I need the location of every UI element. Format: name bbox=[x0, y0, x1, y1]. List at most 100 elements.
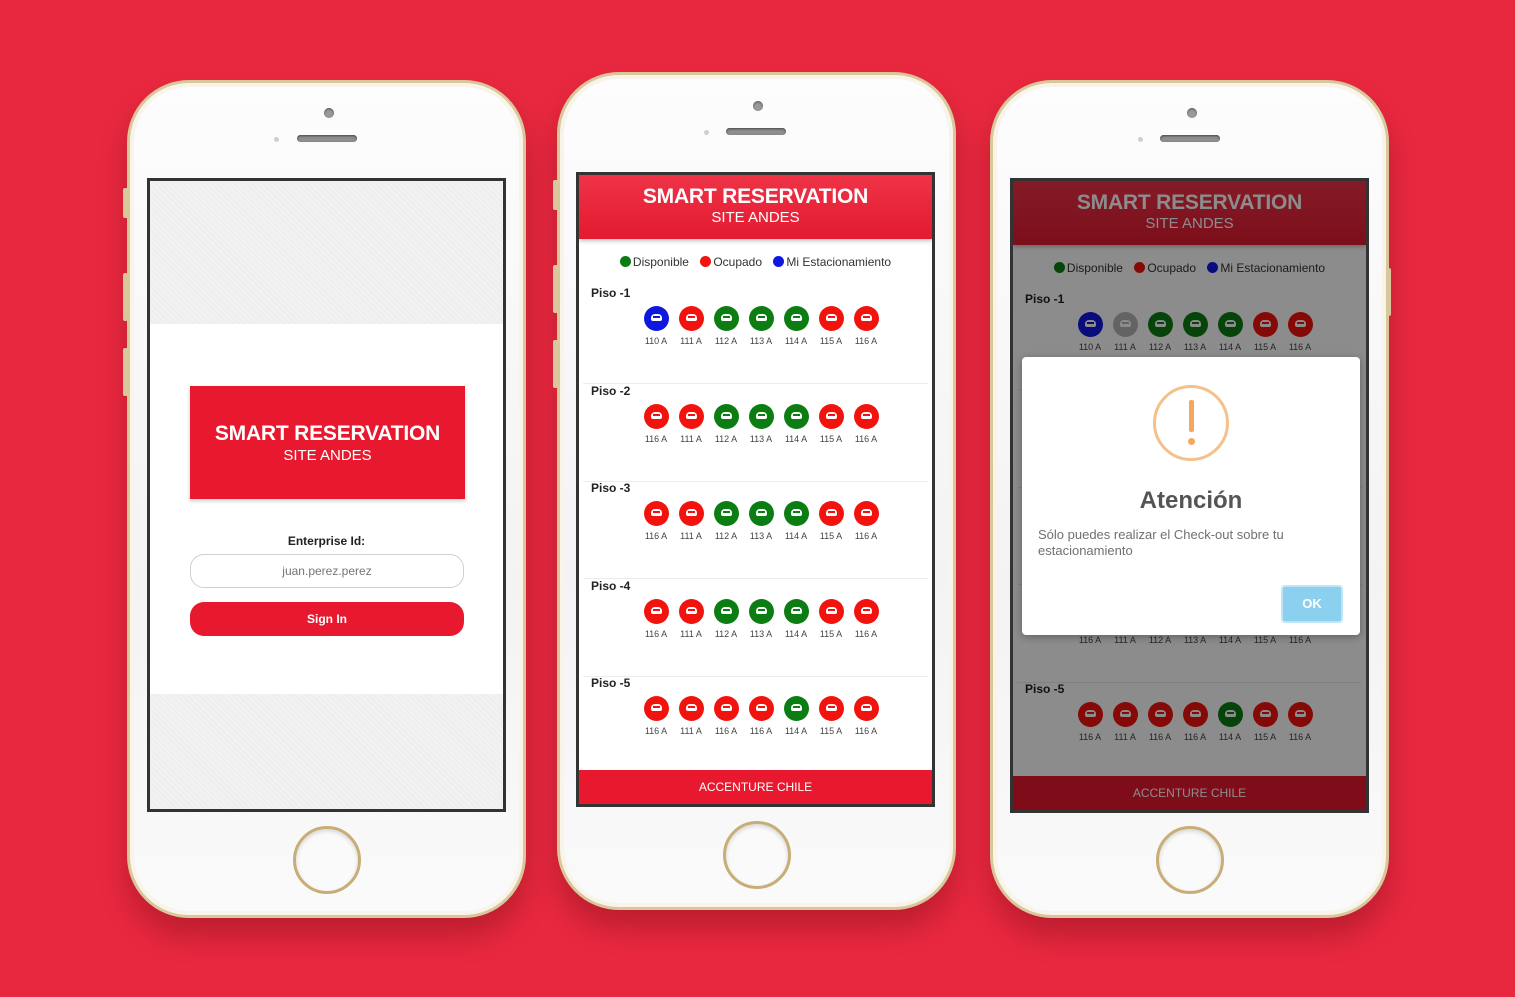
car-shape bbox=[685, 606, 697, 614]
parking-spot[interactable]: 116 A bbox=[746, 696, 776, 736]
car-icon bbox=[643, 403, 669, 429]
parking-spot[interactable]: 116 A bbox=[641, 501, 671, 541]
car-shape bbox=[825, 411, 837, 419]
side-button bbox=[553, 340, 558, 388]
car-shape bbox=[790, 704, 802, 711]
spot-label: 110 A bbox=[644, 336, 668, 346]
parking-spot[interactable]: 114 A bbox=[781, 598, 811, 639]
parking-spot[interactable]: 111 A bbox=[676, 598, 706, 639]
car-shape bbox=[790, 411, 802, 419]
enterprise-id-input[interactable] bbox=[190, 554, 464, 588]
parking-spot[interactable]: 114 A bbox=[781, 696, 811, 736]
parking-spot[interactable]: 116 A bbox=[851, 598, 881, 639]
car-shape bbox=[685, 704, 697, 711]
spot-label: 116 A bbox=[749, 726, 773, 736]
floor-section: Piso -2 116 A 111 A 112 A 113 A 114 A 115 A 116… bbox=[583, 384, 928, 482]
spot-label: 111 A bbox=[680, 433, 702, 444]
car-shape bbox=[720, 509, 732, 516]
car-icon bbox=[678, 306, 704, 331]
side-button bbox=[553, 265, 558, 313]
car-icon bbox=[748, 696, 774, 721]
warning-dot bbox=[1188, 438, 1195, 445]
car-icon bbox=[678, 501, 704, 526]
parking-spot[interactable]: 116 A bbox=[851, 403, 881, 444]
app-subtitle: SITE ANDES bbox=[711, 209, 800, 226]
spot-label: 116 A bbox=[854, 433, 878, 444]
car-icon bbox=[748, 306, 774, 331]
spot-label: 112 A bbox=[714, 336, 738, 346]
pattern-band bbox=[150, 181, 503, 324]
spot-label: 116 A bbox=[644, 628, 668, 639]
parking-spot[interactable]: 116 A bbox=[851, 501, 881, 541]
parking-spot[interactable]: 115 A bbox=[816, 598, 846, 639]
side-button bbox=[123, 273, 128, 321]
parking-spot[interactable]: 115 A bbox=[816, 403, 846, 444]
earpiece-speaker bbox=[1160, 135, 1220, 142]
parking-spot[interactable]: 114 A bbox=[781, 403, 811, 444]
spot-label: 113 A bbox=[749, 531, 773, 541]
logo-title: SMART RESERVATION bbox=[214, 422, 441, 445]
parking-spot[interactable]: 113 A bbox=[746, 403, 776, 444]
earpiece-speaker bbox=[297, 135, 357, 142]
status-legend: Disponible Ocupado Mi Estacionamiento bbox=[579, 255, 932, 269]
car-icon bbox=[818, 306, 844, 331]
parking-spot[interactable]: 113 A bbox=[746, 598, 776, 639]
ok-button[interactable]: OK bbox=[1281, 585, 1343, 623]
parking-spot[interactable]: 116 A bbox=[641, 598, 671, 639]
parking-spot[interactable]: 113 A bbox=[746, 501, 776, 541]
spot-label: 112 A bbox=[714, 628, 738, 639]
parking-spot[interactable]: 116 A bbox=[641, 696, 671, 736]
home-button[interactable] bbox=[723, 821, 791, 889]
car-shape bbox=[650, 606, 662, 614]
parking-map-screen: SMART RESERVATION SITE ANDES Disponible … bbox=[576, 172, 935, 807]
front-camera bbox=[1187, 108, 1197, 118]
parking-spot[interactable]: 114 A bbox=[781, 501, 811, 541]
dialog-message: Sólo puedes realizar el Check-out sobre … bbox=[1038, 527, 1284, 558]
parking-spot[interactable]: 111 A bbox=[676, 403, 706, 444]
home-button[interactable] bbox=[1156, 826, 1224, 894]
car-icon bbox=[643, 696, 669, 721]
parking-spot[interactable]: 110 A bbox=[641, 306, 671, 346]
spot-label: 115 A bbox=[819, 531, 843, 541]
car-icon bbox=[783, 696, 809, 721]
front-camera bbox=[753, 101, 763, 111]
parking-spot[interactable]: 114 A bbox=[781, 306, 811, 346]
logo-subtitle: SITE ANDES bbox=[283, 447, 372, 464]
parking-spot[interactable]: 116 A bbox=[641, 403, 671, 444]
car-icon bbox=[678, 696, 704, 721]
spot-label: 115 A bbox=[819, 336, 843, 346]
parking-spot[interactable]: 115 A bbox=[816, 501, 846, 541]
parking-spot[interactable]: 111 A bbox=[676, 501, 706, 541]
car-shape bbox=[720, 411, 732, 419]
parking-spot[interactable]: 115 A bbox=[816, 696, 846, 736]
car-shape bbox=[755, 606, 767, 614]
car-shape bbox=[825, 704, 837, 711]
car-icon bbox=[643, 306, 669, 331]
car-icon bbox=[853, 598, 879, 624]
front-camera bbox=[324, 108, 334, 118]
phone-parking-map: SMART RESERVATION SITE ANDES Disponible … bbox=[553, 72, 956, 910]
alert-dialog: Atención Sólo puedes realizar el Check-o… bbox=[1022, 357, 1360, 635]
car-icon bbox=[818, 598, 844, 624]
parking-spot[interactable]: 115 A bbox=[816, 306, 846, 346]
spot-label: 113 A bbox=[749, 433, 773, 444]
parking-spot[interactable]: 113 A bbox=[746, 306, 776, 346]
parking-spot[interactable]: 116 A bbox=[851, 696, 881, 736]
car-shape bbox=[685, 509, 697, 516]
parking-spot[interactable]: 112 A bbox=[711, 306, 741, 346]
sign-in-button[interactable]: Sign In bbox=[190, 602, 464, 636]
spot-label: 112 A bbox=[714, 433, 738, 444]
car-icon bbox=[643, 501, 669, 526]
parking-spot[interactable]: 112 A bbox=[711, 403, 741, 444]
parking-spot[interactable]: 111 A bbox=[676, 306, 706, 346]
car-shape bbox=[720, 314, 732, 321]
parking-spot[interactable]: 112 A bbox=[711, 598, 741, 639]
home-button[interactable] bbox=[293, 826, 361, 894]
side-button bbox=[553, 180, 558, 210]
parking-spot[interactable]: 116 A bbox=[711, 696, 741, 736]
warning-bar bbox=[1189, 400, 1194, 432]
parking-spot[interactable]: 116 A bbox=[851, 306, 881, 346]
parking-spot[interactable]: 111 A bbox=[676, 696, 706, 736]
floor-label: Piso -2 bbox=[591, 383, 631, 398]
parking-spot[interactable]: 112 A bbox=[711, 501, 741, 541]
